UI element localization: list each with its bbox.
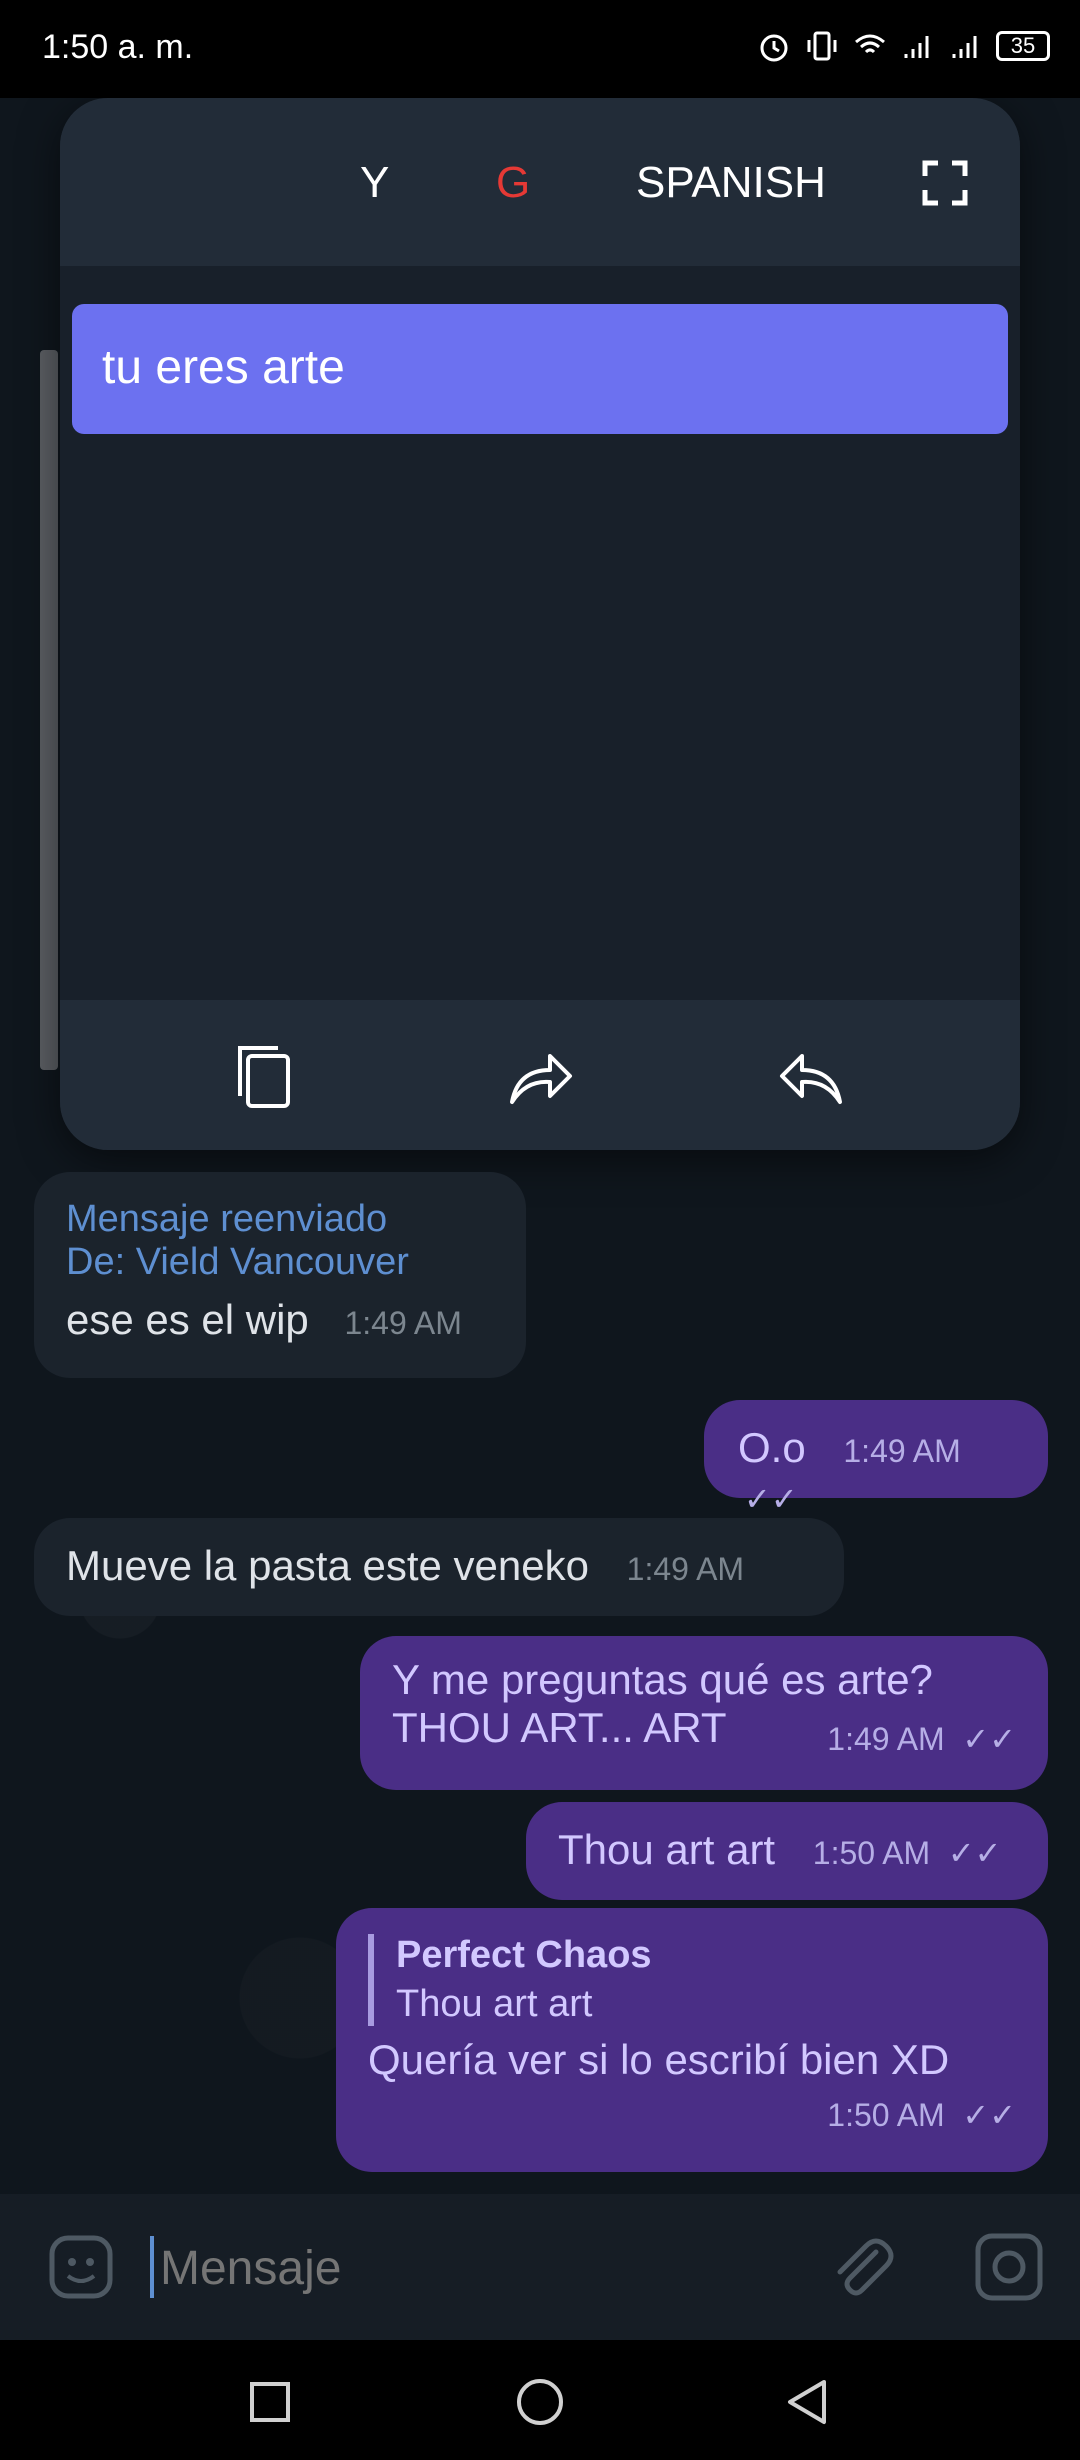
message-text-line1: Y me preguntas qué es arte? <box>392 1656 933 1703</box>
y-button[interactable]: Y <box>360 158 389 208</box>
status-icons: 35 <box>756 28 1050 64</box>
message-in-2[interactable]: Mueve la pasta este veneko 1:49 AM <box>34 1518 844 1616</box>
message-out-1[interactable]: O.o 1:49 AM ✓✓ <box>704 1400 1048 1517</box>
home-icon[interactable] <box>514 2376 566 2428</box>
g-button[interactable]: G <box>496 158 530 208</box>
message-text: Quería ver si lo escribí bien XD <box>368 2036 950 2083</box>
copy-icon[interactable] <box>230 1040 302 1112</box>
message-out-4[interactable]: Thou art art 1:50 AM ✓✓ <box>526 1802 1048 1900</box>
message-time: 1:49 AM <box>843 1433 961 1469</box>
text-cursor <box>150 2236 154 2298</box>
double-check-icon: ✓✓ <box>962 2097 1016 2133</box>
double-check-icon: ✓✓ <box>744 1481 798 1517</box>
recent-apps-icon[interactable] <box>248 2380 292 2424</box>
scrollbar-behind <box>40 350 58 1070</box>
message-text: ese es el wip <box>66 1296 309 1343</box>
back-icon[interactable] <box>784 2378 832 2426</box>
double-check-icon: ✓✓ <box>962 1721 1016 1757</box>
translation-text: tu eres arte <box>102 341 345 394</box>
battery-level: 35 <box>1010 33 1036 58</box>
attach-icon[interactable] <box>826 2232 896 2302</box>
translation-popup: Y G SPANISH tu eres arte <box>60 98 1020 1150</box>
double-check-icon: ✓✓ <box>947 1835 1002 1871</box>
message-in-forwarded[interactable]: Mensaje reenviado De: Vield Vancouver es… <box>34 1172 526 1378</box>
battery-icon: 35 <box>996 31 1050 61</box>
message-text: O.o <box>738 1424 806 1471</box>
message-time: 1:50 AM <box>812 1835 931 1871</box>
popup-footer <box>60 1000 1020 1150</box>
message-text-line2: THOU ART... ART <box>392 1704 727 1751</box>
language-selector[interactable]: SPANISH <box>636 158 826 208</box>
alarm-icon <box>760 34 788 62</box>
message-time: 1:49 AM <box>827 1721 945 1757</box>
message-text: Thou art art <box>558 1826 776 1873</box>
popup-header: Y G SPANISH <box>60 98 1020 266</box>
reply-author: Perfect Chaos <box>396 1934 652 1976</box>
status-time: 1:50 a. m. <box>42 28 194 66</box>
message-input-bar <box>0 2194 1080 2340</box>
forwarded-from[interactable]: De: Vield Vancouver <box>66 1241 494 1284</box>
message-time: 1:49 AM <box>626 1551 745 1587</box>
message-time: 1:50 AM <box>827 2097 945 2133</box>
forwarded-label: Mensaje reenviado <box>66 1198 388 1240</box>
message-text: Mueve la pasta este veneko <box>66 1542 589 1589</box>
system-navigation-bar <box>0 2340 1080 2460</box>
reply-quote[interactable]: Perfect Chaos Thou art art <box>368 1934 1016 2026</box>
signal-icon-1 <box>904 36 929 58</box>
message-out-3[interactable]: Y me preguntas qué es arte? THOU ART... … <box>360 1636 1048 1790</box>
reply-icon[interactable] <box>776 1040 848 1112</box>
message-out-reply[interactable]: Perfect Chaos Thou art art Quería ver si… <box>336 1908 1048 2172</box>
message-time: 1:49 AM <box>344 1305 462 1341</box>
message-input[interactable] <box>158 2232 782 2304</box>
signal-icon-2 <box>952 36 977 58</box>
vibrate-icon <box>807 31 837 61</box>
camera-icon[interactable] <box>972 2230 1046 2304</box>
sticker-icon[interactable] <box>46 2232 116 2302</box>
status-bar: 1:50 a. m. 35 <box>0 0 1080 98</box>
reply-text: Thou art art <box>396 1983 593 2025</box>
fullscreen-icon[interactable] <box>922 160 968 206</box>
translation-text-box[interactable]: tu eres arte <box>72 304 1008 434</box>
forward-icon[interactable] <box>504 1040 576 1112</box>
wifi-icon <box>855 34 885 54</box>
